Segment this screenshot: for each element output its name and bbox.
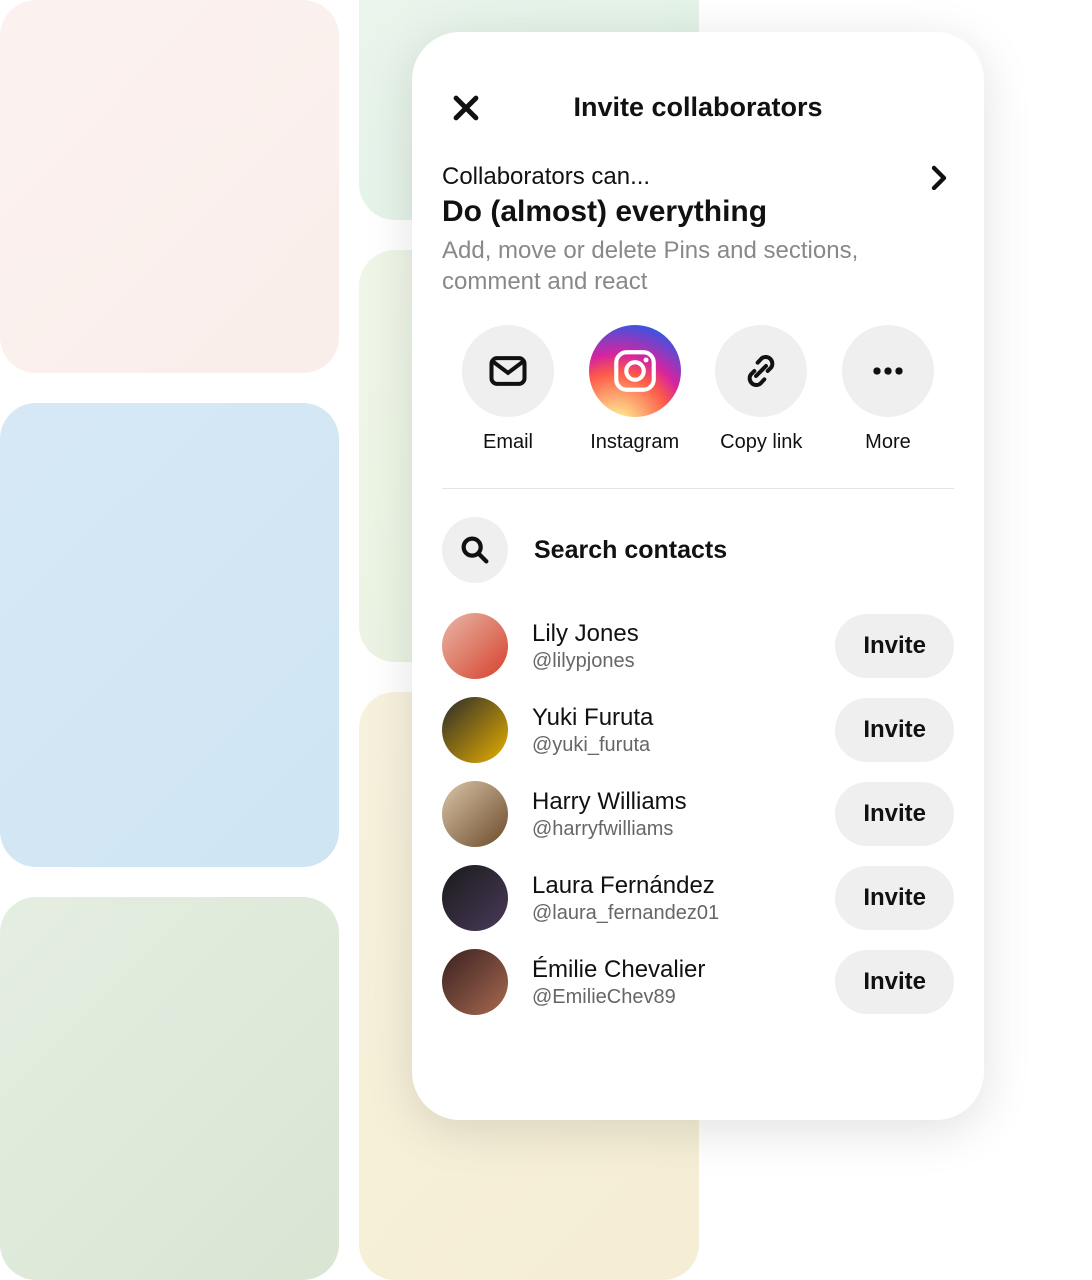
close-icon xyxy=(449,91,483,125)
share-label: Email xyxy=(483,431,533,454)
permissions-row[interactable]: Collaborators can... Do (almost) everyth… xyxy=(442,163,954,297)
invite-collaborators-sheet: Invite collaborators Collaborators can..… xyxy=(412,32,984,1120)
contact-name: Émilie Chevalier xyxy=(532,956,811,984)
search-contacts[interactable]: Search contacts xyxy=(442,517,954,583)
permissions-title: Do (almost) everything xyxy=(442,195,904,229)
share-more[interactable]: More xyxy=(828,325,948,454)
share-instagram[interactable]: Instagram xyxy=(575,325,695,454)
permissions-description: Add, move or delete Pins and sections, c… xyxy=(442,235,904,297)
sheet-header: Invite collaborators xyxy=(442,92,954,123)
avatar xyxy=(442,613,508,679)
contact-row: Lily Jones @lilypjones Invite xyxy=(442,613,954,679)
invite-button[interactable]: Invite xyxy=(835,614,954,678)
share-email[interactable]: Email xyxy=(448,325,568,454)
chevron-right-icon xyxy=(924,163,954,193)
search-placeholder: Search contacts xyxy=(534,536,727,565)
contact-name: Laura Fernández xyxy=(532,872,811,900)
bg-card xyxy=(0,0,339,373)
invite-button[interactable]: Invite xyxy=(835,866,954,930)
share-options: Email Instagram Copy link More xyxy=(442,325,954,454)
contact-row: Émilie Chevalier @EmilieChev89 Invite xyxy=(442,949,954,1015)
instagram-icon xyxy=(610,346,660,396)
contact-handle: @lilypjones xyxy=(532,650,811,673)
contact-name: Yuki Furuta xyxy=(532,704,811,732)
invite-button[interactable]: Invite xyxy=(835,698,954,762)
contact-row: Harry Williams @harryfwilliams Invite xyxy=(442,781,954,847)
contact-handle: @yuki_furuta xyxy=(532,734,811,757)
contact-handle: @harryfwilliams xyxy=(532,818,811,841)
share-label: More xyxy=(865,431,911,454)
bg-card xyxy=(0,897,339,1280)
avatar xyxy=(442,865,508,931)
more-icon xyxy=(866,349,910,393)
search-icon xyxy=(458,533,492,567)
contact-handle: @laura_fernandez01 xyxy=(532,902,811,925)
avatar xyxy=(442,781,508,847)
contact-handle: @EmilieChev89 xyxy=(532,986,811,1009)
contacts-list: Lily Jones @lilypjones Invite Yuki Furut… xyxy=(442,613,954,1015)
link-icon xyxy=(741,351,781,391)
divider xyxy=(442,488,954,489)
share-copy-link[interactable]: Copy link xyxy=(701,325,821,454)
invite-button[interactable]: Invite xyxy=(835,782,954,846)
email-icon xyxy=(486,349,530,393)
contact-name: Harry Williams xyxy=(532,788,811,816)
contact-name: Lily Jones xyxy=(532,620,811,648)
share-label: Instagram xyxy=(590,431,679,454)
avatar xyxy=(442,949,508,1015)
contact-row: Yuki Furuta @yuki_furuta Invite xyxy=(442,697,954,763)
contact-row: Laura Fernández @laura_fernandez01 Invit… xyxy=(442,865,954,931)
invite-button[interactable]: Invite xyxy=(835,950,954,1014)
bg-card xyxy=(0,403,339,867)
sheet-title: Invite collaborators xyxy=(442,92,954,123)
avatar xyxy=(442,697,508,763)
close-button[interactable] xyxy=(446,88,486,128)
share-label: Copy link xyxy=(720,431,802,454)
permissions-label: Collaborators can... xyxy=(442,163,904,191)
